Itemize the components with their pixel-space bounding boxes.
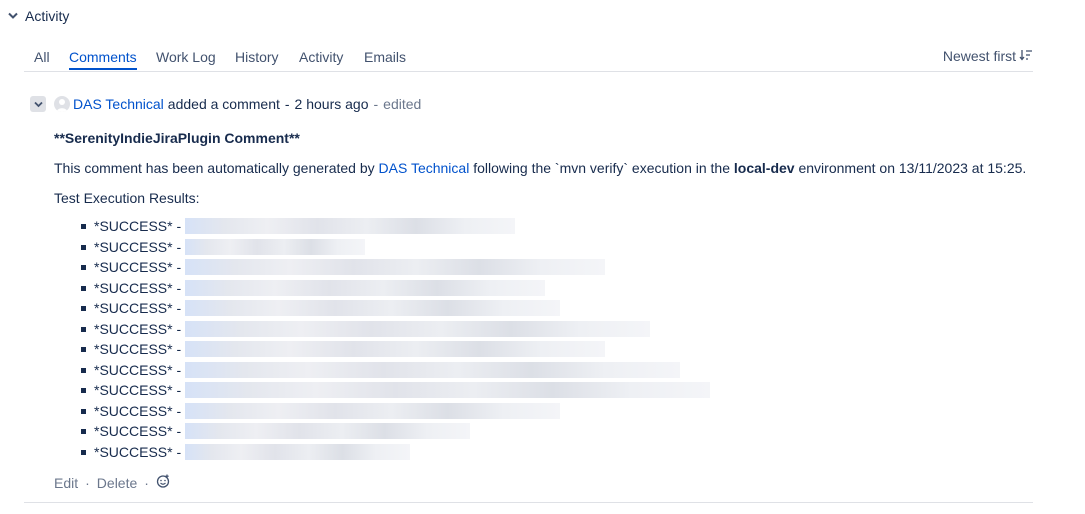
result-status: *SUCCESS* - bbox=[94, 341, 182, 357]
list-item: *SUCCESS* - bbox=[54, 298, 1044, 319]
result-status: *SUCCESS* - bbox=[94, 300, 182, 316]
divider bbox=[24, 502, 1033, 503]
activity-title: Activity bbox=[25, 8, 70, 24]
list-item: *SUCCESS* - bbox=[54, 360, 1044, 381]
intro-suffix: environment on 13/11/2023 at 15:25. bbox=[794, 160, 1027, 176]
list-item: *SUCCESS* - bbox=[54, 339, 1044, 360]
separator: · bbox=[144, 474, 149, 491]
redacted-text bbox=[185, 300, 561, 317]
sort-label: Newest first bbox=[942, 48, 1016, 64]
result-status: *SUCCESS* - bbox=[94, 423, 182, 439]
list-item: *SUCCESS* - bbox=[54, 257, 1044, 278]
results-list: *SUCCESS* - *SUCCESS* - *SUCCESS* - *SUC… bbox=[54, 216, 1044, 462]
redacted-text bbox=[185, 361, 681, 378]
tab-work-log[interactable]: Work Log bbox=[156, 49, 216, 65]
redacted-text bbox=[185, 259, 606, 276]
list-item: *SUCCESS* - bbox=[54, 421, 1044, 442]
list-item: *SUCCESS* - bbox=[54, 401, 1044, 422]
redacted-text bbox=[185, 443, 411, 460]
tab-all[interactable]: All bbox=[34, 49, 50, 65]
comment-author-link[interactable]: DAS Technical bbox=[73, 96, 164, 112]
list-item: *SUCCESS* - bbox=[54, 380, 1044, 401]
result-status: *SUCCESS* - bbox=[94, 259, 182, 275]
result-status: *SUCCESS* - bbox=[94, 402, 182, 419]
tab-activity[interactable]: Activity bbox=[299, 49, 343, 65]
chevron-down-icon[interactable] bbox=[6, 9, 20, 23]
comment-body: **SerenityIndieJiraPlugin Comment** This… bbox=[54, 128, 1044, 462]
result-status: *SUCCESS* - bbox=[94, 218, 182, 234]
separator: - bbox=[373, 96, 379, 112]
list-item: *SUCCESS* - bbox=[54, 278, 1044, 299]
list-item: *SUCCESS* - bbox=[54, 319, 1044, 340]
comment-action: added a comment bbox=[167, 96, 280, 112]
redacted-text bbox=[185, 279, 546, 296]
sort-descending-icon bbox=[1019, 48, 1033, 64]
avatar[interactable] bbox=[54, 96, 70, 112]
environment-name: local-dev bbox=[733, 160, 795, 176]
separator: · bbox=[85, 474, 90, 491]
result-status: *SUCCESS* - bbox=[94, 382, 182, 398]
redacted-text bbox=[185, 382, 711, 399]
redacted-text bbox=[185, 341, 606, 358]
tab-history[interactable]: History bbox=[235, 49, 279, 65]
activity-tabs: All Comments Work Log History Activity E… bbox=[24, 45, 1033, 72]
list-item: *SUCCESS* - bbox=[54, 237, 1044, 258]
edited-indicator[interactable]: edited bbox=[383, 96, 421, 112]
list-item: *SUCCESS* - bbox=[54, 442, 1044, 463]
edit-comment-link[interactable]: Edit bbox=[54, 475, 78, 491]
result-status: *SUCCESS* - bbox=[94, 320, 182, 337]
collapse-comment-button[interactable] bbox=[30, 96, 46, 112]
redacted-text bbox=[185, 218, 516, 235]
activity-header[interactable]: Activity bbox=[6, 8, 69, 24]
results-heading: Test Execution Results: bbox=[54, 190, 200, 206]
comment-title: **SerenityIndieJiraPlugin Comment** bbox=[54, 130, 300, 146]
intro-author-link[interactable]: DAS Technical bbox=[379, 160, 470, 176]
tab-emails[interactable]: Emails bbox=[364, 49, 406, 65]
comment-intro: This comment has been automatically gene… bbox=[54, 158, 1044, 178]
redacted-text bbox=[185, 320, 651, 337]
tab-comments[interactable]: Comments bbox=[69, 49, 137, 70]
redacted-text bbox=[185, 423, 471, 440]
separator: - bbox=[284, 96, 290, 112]
list-item: *SUCCESS* - bbox=[54, 216, 1044, 237]
emoji-reaction-icon[interactable] bbox=[156, 474, 170, 491]
delete-comment-link[interactable]: Delete bbox=[97, 475, 137, 491]
result-status: *SUCCESS* - bbox=[94, 238, 182, 255]
intro-prefix: This comment has been automatically gene… bbox=[54, 160, 379, 176]
intro-middle: following the `mvn verify` execution in … bbox=[469, 160, 734, 176]
comment-header: DAS Technical added a comment - 2 hours … bbox=[30, 94, 1033, 114]
redacted-text bbox=[185, 238, 366, 255]
redacted-text bbox=[185, 402, 561, 419]
result-status: *SUCCESS* - bbox=[94, 279, 182, 296]
sort-order-button[interactable]: Newest first bbox=[943, 48, 1033, 64]
comment-timestamp[interactable]: 2 hours ago bbox=[295, 96, 369, 112]
result-status: *SUCCESS* - bbox=[94, 361, 182, 378]
comment: DAS Technical added a comment - 2 hours … bbox=[30, 94, 1033, 491]
result-status: *SUCCESS* - bbox=[94, 443, 182, 460]
comment-actions: Edit · Delete · bbox=[54, 474, 170, 491]
